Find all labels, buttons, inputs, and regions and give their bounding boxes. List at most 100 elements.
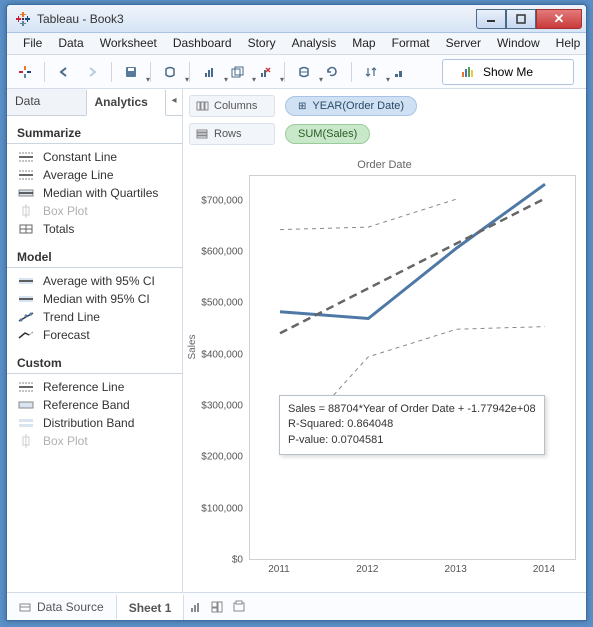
clear-button[interactable]	[253, 60, 277, 84]
constant-line-icon	[17, 150, 35, 164]
item-reference-line[interactable]: Reference Line	[7, 378, 182, 396]
item-reference-band[interactable]: Reference Band	[7, 396, 182, 414]
tooltip-rsquared: R-Squared: 0.864048	[288, 417, 536, 432]
totals-icon	[17, 222, 35, 236]
show-me-label: Show Me	[483, 65, 533, 79]
menu-file[interactable]: File	[15, 33, 50, 54]
box-plot-icon	[17, 434, 35, 448]
show-me-icon	[461, 66, 475, 78]
menu-map[interactable]: Map	[344, 33, 383, 54]
new-story-icon[interactable]	[230, 598, 248, 616]
shelves: Columns ⊞YEAR(Order Date) Rows SUM(Sales…	[183, 89, 586, 155]
tableau-icon[interactable]	[13, 60, 37, 84]
chart-area[interactable]: Order Date Sales $0$100,000$200,000$300,…	[189, 157, 580, 586]
item-forecast[interactable]: Forecast	[7, 326, 182, 344]
datasource-icon	[19, 601, 31, 613]
bottom-bar: Data Source Sheet 1	[7, 592, 586, 620]
rows-label: Rows	[189, 123, 275, 145]
tableau-logo-icon	[15, 11, 31, 27]
header-custom: Custom	[7, 352, 182, 374]
minimize-button[interactable]	[476, 9, 506, 29]
swap-button[interactable]	[359, 60, 383, 84]
menu-window[interactable]: Window	[489, 33, 548, 54]
new-worksheet-button[interactable]	[197, 60, 221, 84]
app-window: Tableau - Book3 ✕ File Data Worksheet Da…	[6, 4, 587, 621]
rows-pill[interactable]: SUM(Sales)	[285, 124, 370, 144]
item-box-plot: Box Plot	[7, 202, 182, 220]
tooltip-equation: Sales = 88704*Year of Order Date + -1.77…	[288, 402, 536, 417]
y-ticks: $0$100,000$200,000$300,000$400,000$500,0…	[197, 175, 247, 560]
item-box-plot-custom: Box Plot	[7, 432, 182, 450]
new-dashboard-icon[interactable]	[208, 598, 226, 616]
item-distribution-band[interactable]: Distribution Band	[7, 414, 182, 432]
columns-icon	[196, 101, 208, 111]
trend-tooltip: Sales = 88704*Year of Order Date + -1.77…	[279, 395, 545, 455]
columns-shelf[interactable]: Columns ⊞YEAR(Order Date)	[189, 95, 580, 117]
back-button[interactable]	[52, 60, 76, 84]
sort-asc-button[interactable]	[387, 60, 411, 84]
duplicate-button[interactable]	[225, 60, 249, 84]
refresh-button[interactable]	[320, 60, 344, 84]
menu-data[interactable]: Data	[50, 33, 91, 54]
trend-line-icon	[17, 310, 35, 324]
maximize-button[interactable]	[506, 9, 536, 29]
reference-band-icon	[17, 398, 35, 412]
median-ci-icon	[17, 292, 35, 306]
menu-dashboard[interactable]: Dashboard	[165, 33, 240, 54]
header-summarize: Summarize	[7, 122, 182, 144]
item-median-ci[interactable]: Median with 95% CI	[7, 290, 182, 308]
menu-story[interactable]: Story	[240, 33, 284, 54]
rows-icon	[196, 129, 208, 139]
forecast-icon	[17, 328, 35, 342]
group-custom: Custom Reference Line Reference Band Dis…	[7, 346, 182, 452]
avg-ci-icon	[17, 274, 35, 288]
item-avg-ci[interactable]: Average with 95% CI	[7, 272, 182, 290]
menu-worksheet[interactable]: Worksheet	[92, 33, 165, 54]
toolbar: Show Me	[7, 55, 586, 89]
group-summarize: Summarize Constant Line Average Line Med…	[7, 116, 182, 240]
menu-format[interactable]: Format	[384, 33, 438, 54]
menu-help[interactable]: Help	[548, 33, 589, 54]
reference-line-icon	[17, 380, 35, 394]
close-button[interactable]: ✕	[536, 9, 582, 29]
item-median-quartiles[interactable]: Median with Quartiles	[7, 184, 182, 202]
new-datasource-button[interactable]	[158, 60, 182, 84]
menu-server[interactable]: Server	[438, 33, 489, 54]
body: Data Analytics ◂ Summarize Constant Line…	[7, 89, 586, 592]
main-pane: Columns ⊞YEAR(Order Date) Rows SUM(Sales…	[183, 89, 586, 592]
side-pane: Data Analytics ◂ Summarize Constant Line…	[7, 89, 183, 592]
header-model: Model	[7, 246, 182, 268]
new-worksheet-icon[interactable]	[186, 598, 204, 616]
show-me-button[interactable]: Show Me	[442, 59, 574, 85]
average-line-icon	[17, 168, 35, 182]
menubar: File Data Worksheet Dashboard Story Anal…	[7, 33, 586, 55]
autoupdate-button[interactable]	[292, 60, 316, 84]
tab-data[interactable]: Data	[7, 89, 86, 115]
item-average-line[interactable]: Average Line	[7, 166, 182, 184]
x-ticks: 2011201220132014	[249, 564, 576, 580]
group-model: Model Average with 95% CI Median with 95…	[7, 240, 182, 346]
item-totals[interactable]: Totals	[7, 220, 182, 238]
save-button[interactable]	[119, 60, 143, 84]
tab-sheet-1[interactable]: Sheet 1	[117, 594, 185, 620]
window-buttons: ✕	[476, 9, 582, 29]
plot[interactable]	[249, 175, 576, 560]
window-title: Tableau - Book3	[37, 12, 476, 26]
tab-analytics[interactable]: Analytics	[86, 90, 167, 116]
chart-svg	[250, 176, 575, 559]
tooltip-pvalue: P-value: 0.0704581	[288, 433, 536, 448]
side-tabs: Data Analytics ◂	[7, 89, 182, 116]
columns-pill[interactable]: ⊞YEAR(Order Date)	[285, 96, 417, 116]
columns-label: Columns	[189, 95, 275, 117]
forward-button[interactable]	[80, 60, 104, 84]
chart-title: Order Date	[189, 157, 580, 175]
rows-shelf[interactable]: Rows SUM(Sales)	[189, 123, 580, 145]
side-caret-icon[interactable]: ◂	[166, 89, 182, 115]
titlebar[interactable]: Tableau - Book3 ✕	[7, 5, 586, 33]
menu-analysis[interactable]: Analysis	[284, 33, 345, 54]
item-trend-line[interactable]: Trend Line	[7, 308, 182, 326]
tab-data-source[interactable]: Data Source	[7, 595, 117, 619]
box-plot-icon	[17, 204, 35, 218]
item-constant-line[interactable]: Constant Line	[7, 148, 182, 166]
expand-icon: ⊞	[298, 101, 306, 112]
